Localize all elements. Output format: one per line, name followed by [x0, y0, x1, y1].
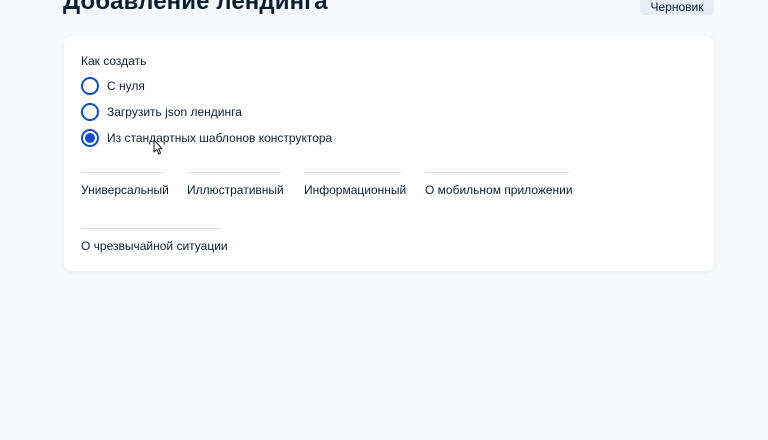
section-label: Как создать [81, 54, 147, 68]
radio-unchecked-icon[interactable] [81, 103, 99, 121]
radio-dot-icon [85, 133, 95, 143]
page: Добавление лендинга Черновик Как создать… [0, 0, 768, 440]
radio-option-upload-json[interactable]: Загрузить json лендинга [81, 103, 242, 121]
template-universal[interactable]: Универсальный [81, 172, 169, 197]
radio-label: Из стандартных шаблонов конструктора [107, 131, 333, 145]
radio-label: Загрузить json лендинга [107, 105, 242, 119]
template-informational[interactable]: Информационный [304, 172, 406, 197]
radio-unchecked-icon[interactable] [81, 77, 99, 95]
template-illustrative[interactable]: Иллюстративный [187, 172, 284, 197]
radio-label: С нуля [107, 79, 145, 93]
radio-option-from-scratch[interactable]: С нуля [81, 77, 145, 95]
page-title: Добавление лендинга [63, 0, 328, 15]
template-emergency[interactable]: О чрезвычайной ситуации [81, 228, 228, 253]
radio-option-standard-templates[interactable]: Из стандартных шаблонов конструктора [81, 129, 332, 147]
radio-checked-icon[interactable] [81, 129, 99, 147]
template-mobile-app[interactable]: О мобильном приложении [425, 172, 573, 197]
status-badge: Черновик [640, 0, 714, 15]
mouse-pointer-icon [153, 139, 163, 155]
